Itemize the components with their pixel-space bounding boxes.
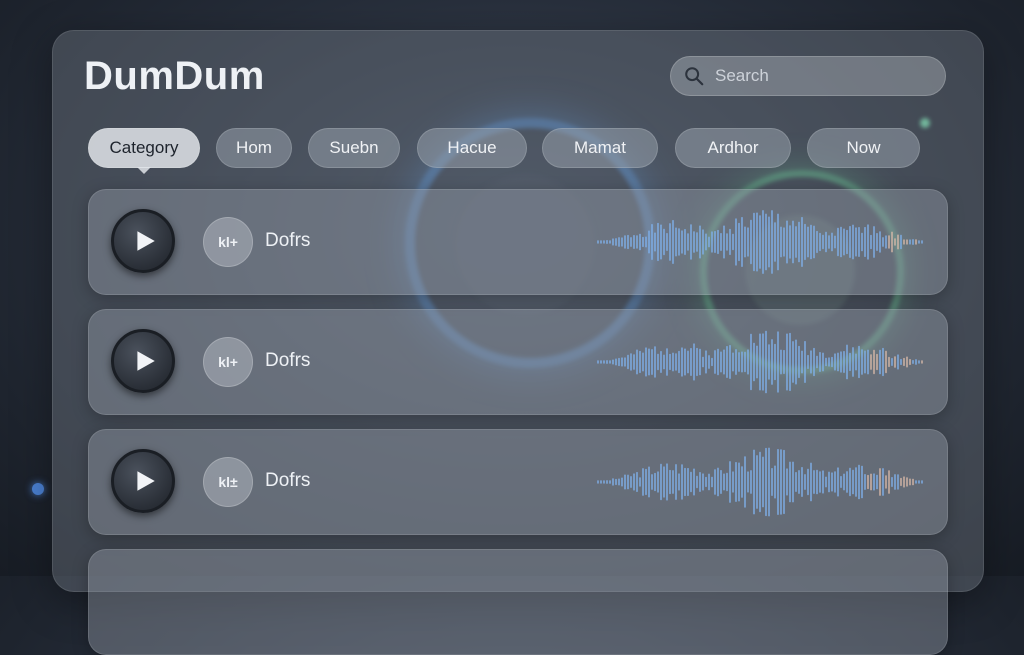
category-chip-mamat[interactable]: Mamat [542,128,658,168]
search-bar[interactable] [670,56,946,96]
category-chip-hom[interactable]: Hom [216,128,292,168]
play-button[interactable] [111,329,175,393]
category-chip-now[interactable]: Now [807,128,920,168]
track-name: Dofrs [265,470,311,491]
track-name: Dofrs [265,230,311,251]
track-row[interactable]: kl+ Dofrs [88,309,948,415]
play-icon [137,471,155,491]
app-title: DumDum [84,54,265,98]
search-icon [685,67,704,86]
search-input[interactable] [713,65,937,87]
track-row[interactable]: kl+ Dofrs [88,189,948,295]
waveform [597,330,923,394]
track-badge[interactable]: kl+ [203,217,253,267]
track-row[interactable]: kl± Dofrs [88,429,948,535]
track-badge[interactable]: kl+ [203,337,253,387]
waveform [597,210,923,274]
background-glow-dot [32,483,44,495]
play-icon [137,351,155,371]
track-name: Dofrs [265,350,311,371]
play-icon [137,231,155,251]
track-badge[interactable]: kl± [203,457,253,507]
play-button[interactable] [111,449,175,513]
track-row[interactable] [88,549,948,655]
category-chip-suebn[interactable]: Suebn [308,128,400,168]
category-chip-category[interactable]: Category [88,128,200,174]
category-chip-ardhor[interactable]: Ardhor [675,128,791,168]
play-button[interactable] [111,209,175,273]
category-chip-hacue[interactable]: Hacue [417,128,527,168]
waveform [597,447,923,517]
